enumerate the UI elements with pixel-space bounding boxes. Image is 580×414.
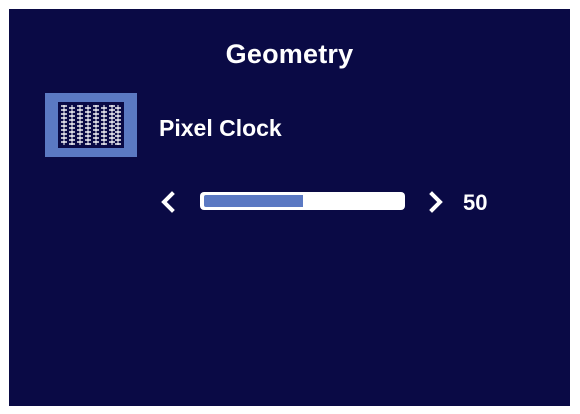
pixel-clock-label: Pixel Clock <box>159 115 282 141</box>
slider-value: 50 <box>463 190 488 215</box>
slider-fill <box>204 195 303 207</box>
pixel-clock-slider[interactable] <box>200 192 405 210</box>
decrease-arrow-icon[interactable] <box>155 185 181 219</box>
increase-arrow-icon[interactable] <box>423 185 449 219</box>
pixel-clock-icon[interactable] <box>45 93 137 157</box>
osd-panel: Geometry Pixel Clock 50 <box>9 9 570 406</box>
menu-title: Geometry <box>225 39 354 69</box>
